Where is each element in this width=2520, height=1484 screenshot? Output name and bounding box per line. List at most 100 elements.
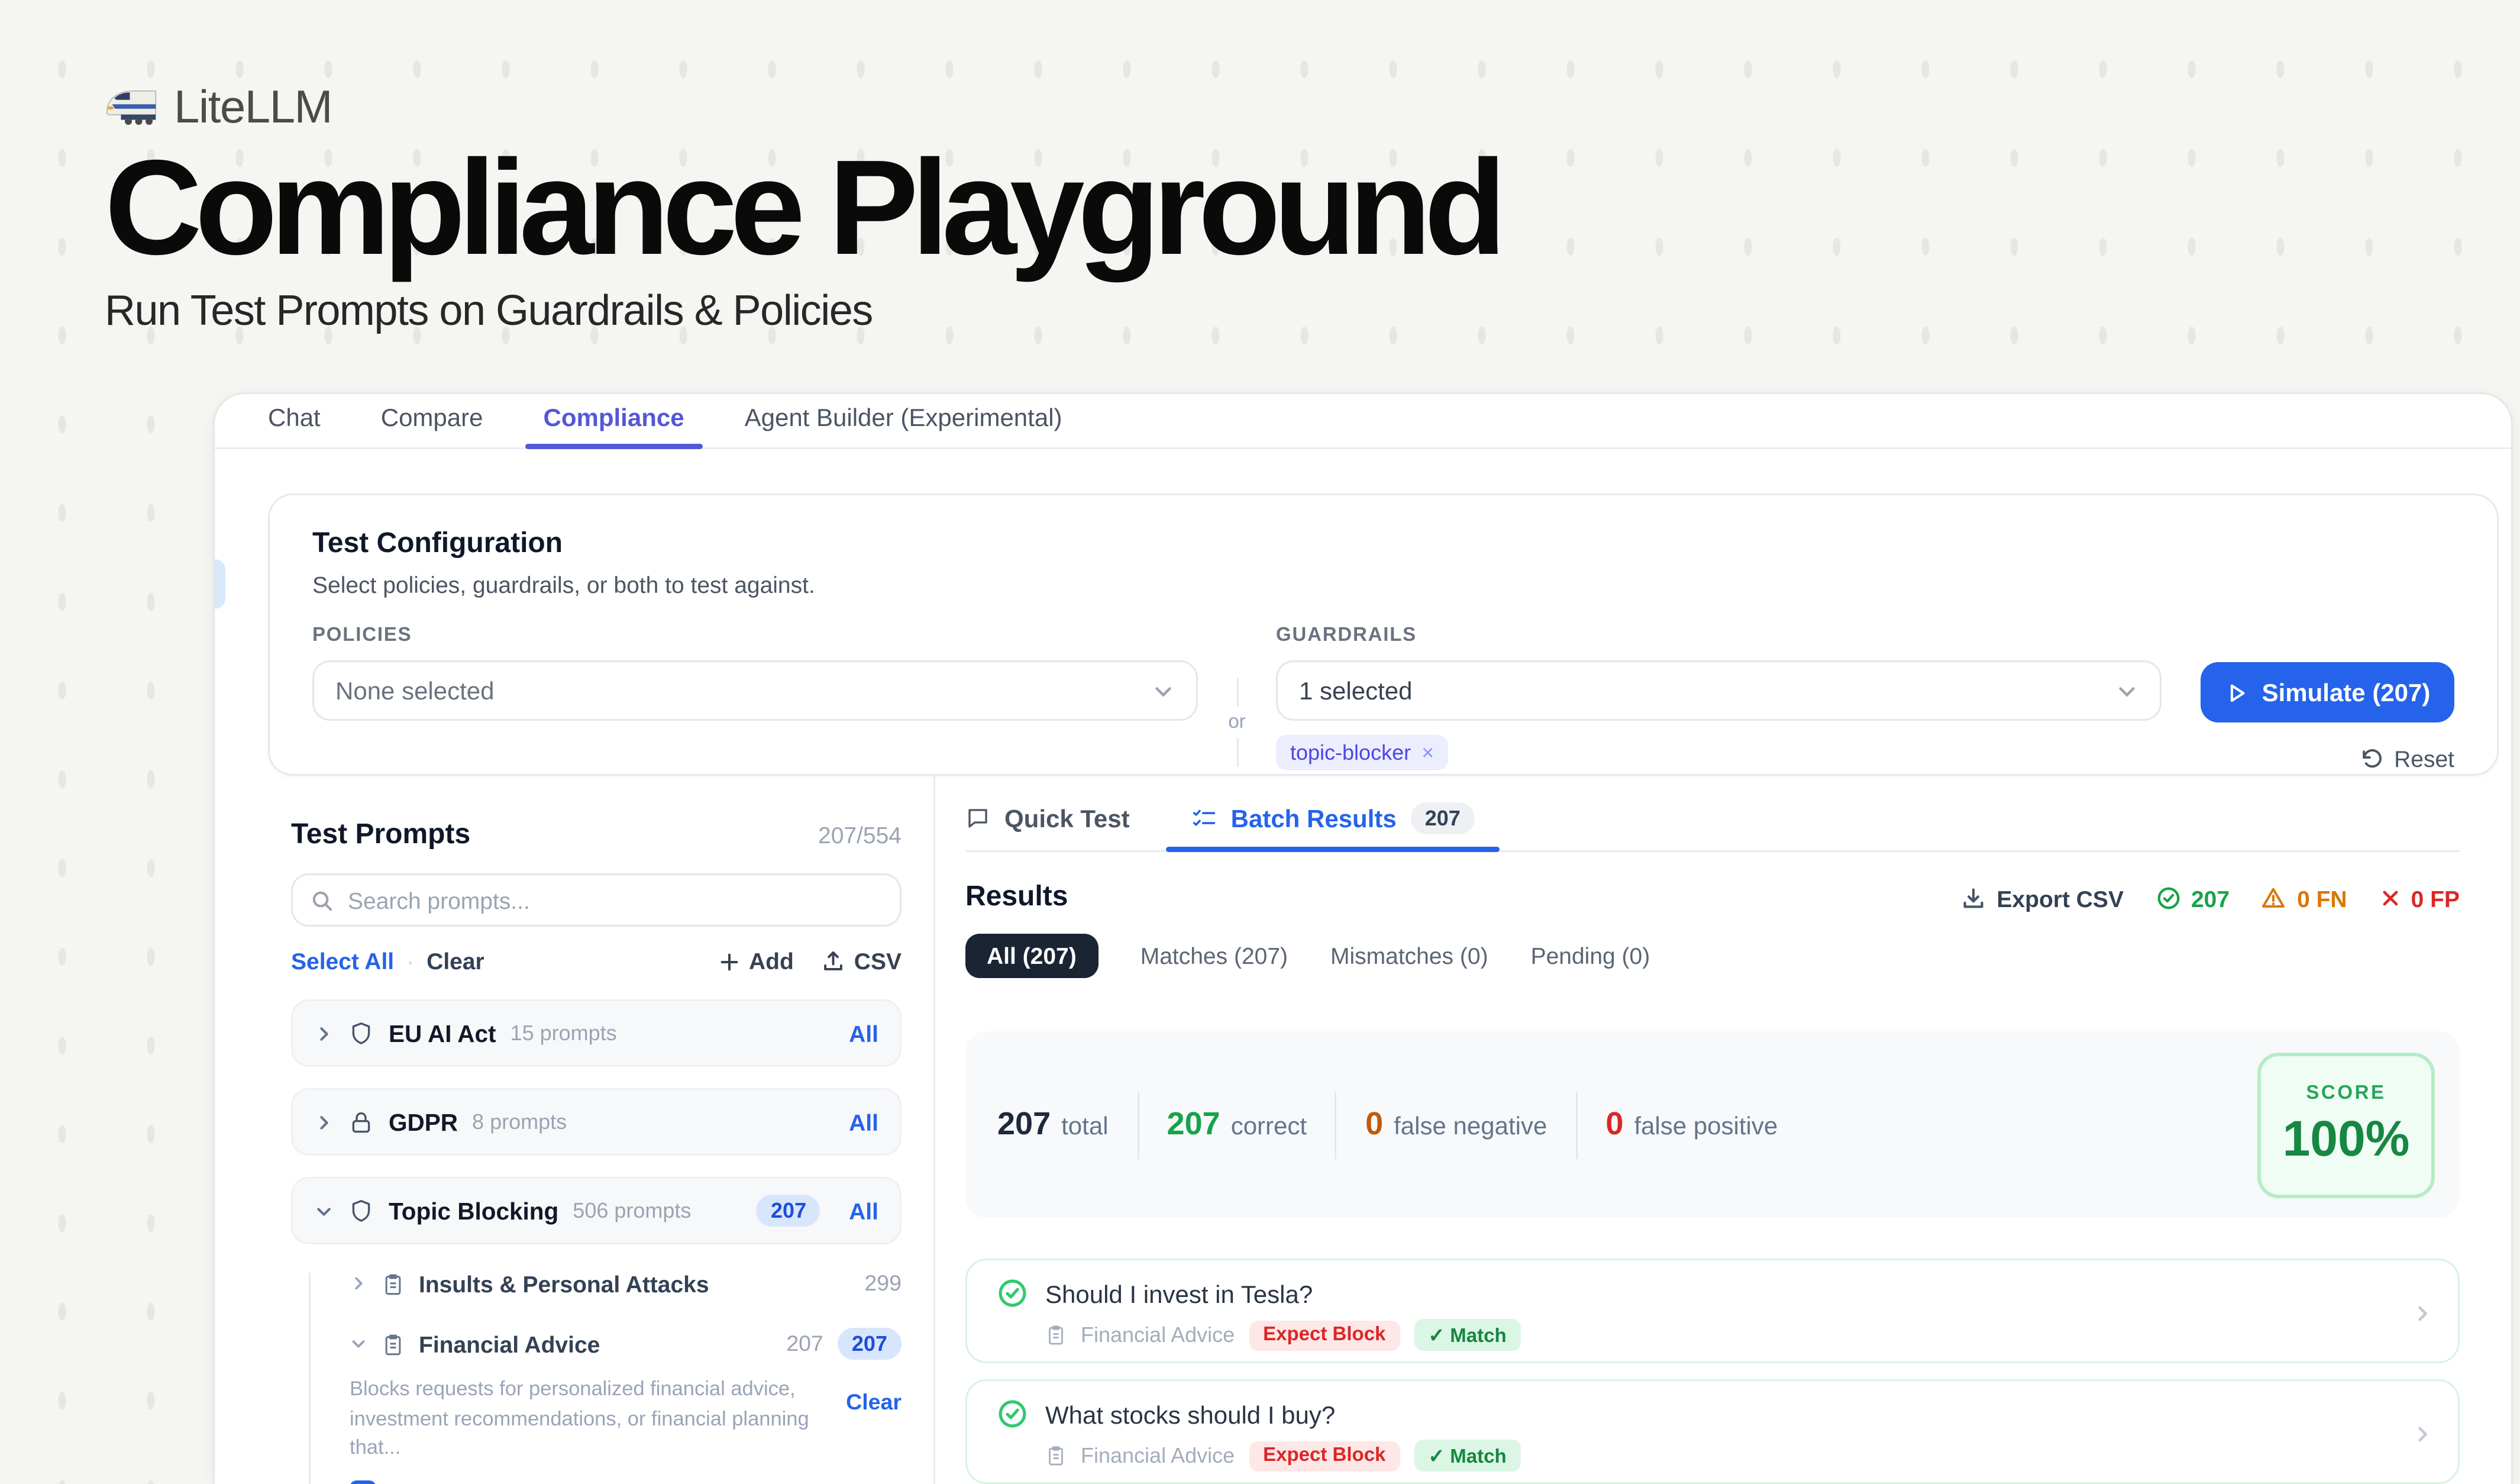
chat-bubble-icon	[965, 806, 990, 831]
results-filter-row: All (207) Matches (207) Mismatches (0) P…	[965, 934, 2460, 979]
subcategory-row-financial-advice[interactable]: Financial Advice 207 207	[350, 1322, 902, 1365]
chevron-right-icon[interactable]	[350, 1275, 367, 1292]
false-negative-indicator: 0 FN	[2261, 886, 2347, 912]
subcategory-description: Blocks requests for personalized financi…	[350, 1376, 815, 1464]
search-input[interactable]	[348, 887, 882, 914]
prompt-checkbox[interactable]	[350, 1480, 376, 1484]
tab-compliance[interactable]: Compliance	[544, 403, 684, 431]
guardrail-chip-topic-blocker[interactable]: topic-blocker ×	[1276, 735, 1448, 770]
select-all-category-link[interactable]: All	[849, 1020, 878, 1047]
prompt-checkbox-row[interactable]: Should I invest in Tesla?	[350, 1480, 902, 1484]
dot-separator: ·	[406, 948, 414, 975]
filter-mismatches[interactable]: Mismatches (0)	[1330, 943, 1488, 970]
result-category: Financial Advice	[1081, 1443, 1235, 1468]
category-row-gdpr[interactable]: GDPR 8 prompts All	[291, 1088, 902, 1156]
subcategory-row-insults[interactable]: Insults & Personal Attacks 299	[350, 1262, 902, 1305]
prompt-checkbox-label: Should I invest in Tesla?	[392, 1480, 641, 1484]
chevron-down-icon	[2115, 679, 2138, 702]
filter-all[interactable]: All (207)	[965, 934, 1098, 979]
clipboard-icon	[382, 1333, 405, 1356]
prompt-search[interactable]	[291, 873, 902, 927]
results-tab-bar: Quick Test Batch Results 207	[965, 776, 2460, 853]
chevron-down-icon[interactable]	[350, 1335, 367, 1353]
guardrails-select-value: 1 selected	[1299, 676, 1412, 705]
chip-remove-icon[interactable]: ×	[1421, 740, 1434, 765]
batch-results-label: Batch Results	[1231, 805, 1397, 833]
or-divider-line	[1236, 738, 1238, 767]
select-all-category-link[interactable]: All	[849, 1109, 878, 1135]
clipboard-icon	[1045, 1324, 1067, 1346]
category-count: 8 prompts	[472, 1109, 567, 1134]
checklist-icon	[1190, 805, 1217, 832]
add-prompt-button[interactable]: Add	[719, 948, 794, 975]
csv-upload-button[interactable]: CSV	[822, 948, 902, 975]
check-circle-icon	[997, 1278, 1028, 1308]
config-subtitle: Select policies, guardrails, or both to …	[312, 572, 2454, 598]
reset-button[interactable]: Reset	[2360, 746, 2454, 772]
select-all-link[interactable]: Select All	[291, 948, 394, 975]
category-row-topic-blocking[interactable]: Topic Blocking 506 prompts 207 All	[291, 1177, 902, 1244]
or-divider-line	[1236, 678, 1238, 706]
stat-total-label: total	[1061, 1112, 1108, 1140]
select-all-category-link[interactable]: All	[849, 1198, 878, 1224]
prompt-actions-row: Select All · Clear Add CSV	[291, 948, 902, 975]
category-row-eu-ai-act[interactable]: EU AI Act 15 prompts All	[291, 999, 902, 1067]
tab-quick-test[interactable]: Quick Test	[965, 786, 1130, 851]
results-header-row: Results Export CSV 207 0 F	[965, 883, 2460, 915]
or-label: or	[1228, 706, 1245, 738]
subcategory-count: 207	[786, 1331, 823, 1356]
stat-false-positive: 0 false positive	[1605, 1106, 1778, 1144]
chevron-right-icon[interactable]	[314, 1024, 334, 1043]
match-badge: ✓ Match	[1414, 1440, 1520, 1472]
false-positive-indicator: 0 FP	[2379, 886, 2460, 912]
config-form-row: POLICIES None selected or GUARDRAILS 1 s…	[312, 625, 2454, 772]
download-icon	[1961, 886, 1986, 911]
subcategory-description-row: Blocks requests for personalized financi…	[350, 1376, 902, 1464]
actions-column: Simulate (207) Reset	[2201, 625, 2454, 772]
topic-blocking-subtree: Insults & Personal Attacks 299 Financial…	[291, 1262, 902, 1484]
clear-link[interactable]: Clear	[427, 948, 484, 975]
test-prompts-panel: Test Prompts 207/554 Select All · Clear …	[215, 776, 935, 1484]
tab-agent-builder[interactable]: Agent Builder (Experimental)	[745, 403, 1062, 431]
result-question: Should I invest in Tesla?	[1045, 1279, 1313, 1308]
results-title: Results	[965, 883, 1068, 915]
description-line-1: Blocks requests for personalized financi…	[350, 1379, 796, 1401]
chevron-down-icon[interactable]	[314, 1201, 334, 1221]
category-count: 506 prompts	[573, 1198, 691, 1223]
chevron-right-icon[interactable]	[314, 1112, 334, 1132]
stat-divider	[1137, 1091, 1139, 1159]
subcategory-name: Insults & Personal Attacks	[419, 1270, 709, 1297]
category-name: EU AI Act	[389, 1020, 496, 1047]
result-row[interactable]: What stocks should I buy? Financial Advi…	[965, 1379, 2460, 1484]
tab-chat[interactable]: Chat	[268, 403, 321, 431]
results-stats: 207 total 207 correct 0 false negative	[997, 1091, 2257, 1159]
add-label: Add	[749, 948, 794, 975]
subcategory-count: 299	[864, 1271, 902, 1296]
score-card: SCORE 100%	[2257, 1052, 2435, 1198]
policies-select[interactable]: None selected	[312, 660, 1198, 721]
quick-test-label: Quick Test	[1004, 805, 1130, 833]
tab-compare[interactable]: Compare	[381, 403, 483, 431]
filter-matches[interactable]: Matches (207)	[1141, 943, 1288, 970]
policies-column: POLICIES None selected	[312, 625, 1198, 721]
search-icon	[311, 889, 334, 912]
or-divider: or	[1198, 625, 1276, 772]
guardrails-select[interactable]: 1 selected	[1276, 660, 2162, 721]
result-rows: Should I invest in Tesla? Financial Advi…	[965, 1259, 2460, 1484]
result-row[interactable]: Should I invest in Tesla? Financial Advi…	[965, 1259, 2460, 1363]
stat-total-value: 207	[997, 1106, 1051, 1144]
tab-batch-results[interactable]: Batch Results 207	[1190, 786, 1475, 851]
logo-text: LiteLLM	[174, 79, 332, 134]
simulate-button[interactable]: Simulate (207)	[2201, 662, 2454, 722]
x-icon	[2379, 888, 2401, 909]
csv-label: CSV	[854, 948, 902, 975]
stat-divider	[1335, 1091, 1337, 1159]
filter-pending[interactable]: Pending (0)	[1531, 943, 1650, 970]
clear-subcategory-link[interactable]: Clear	[846, 1390, 902, 1415]
batch-results-badge: 207	[1411, 803, 1475, 835]
reset-icon	[2360, 747, 2383, 770]
warning-triangle-icon	[2261, 886, 2286, 911]
score-value: 100%	[2283, 1111, 2410, 1167]
result-question: What stocks should I buy?	[1045, 1400, 1335, 1428]
export-csv-button[interactable]: Export CSV	[1961, 886, 2124, 912]
